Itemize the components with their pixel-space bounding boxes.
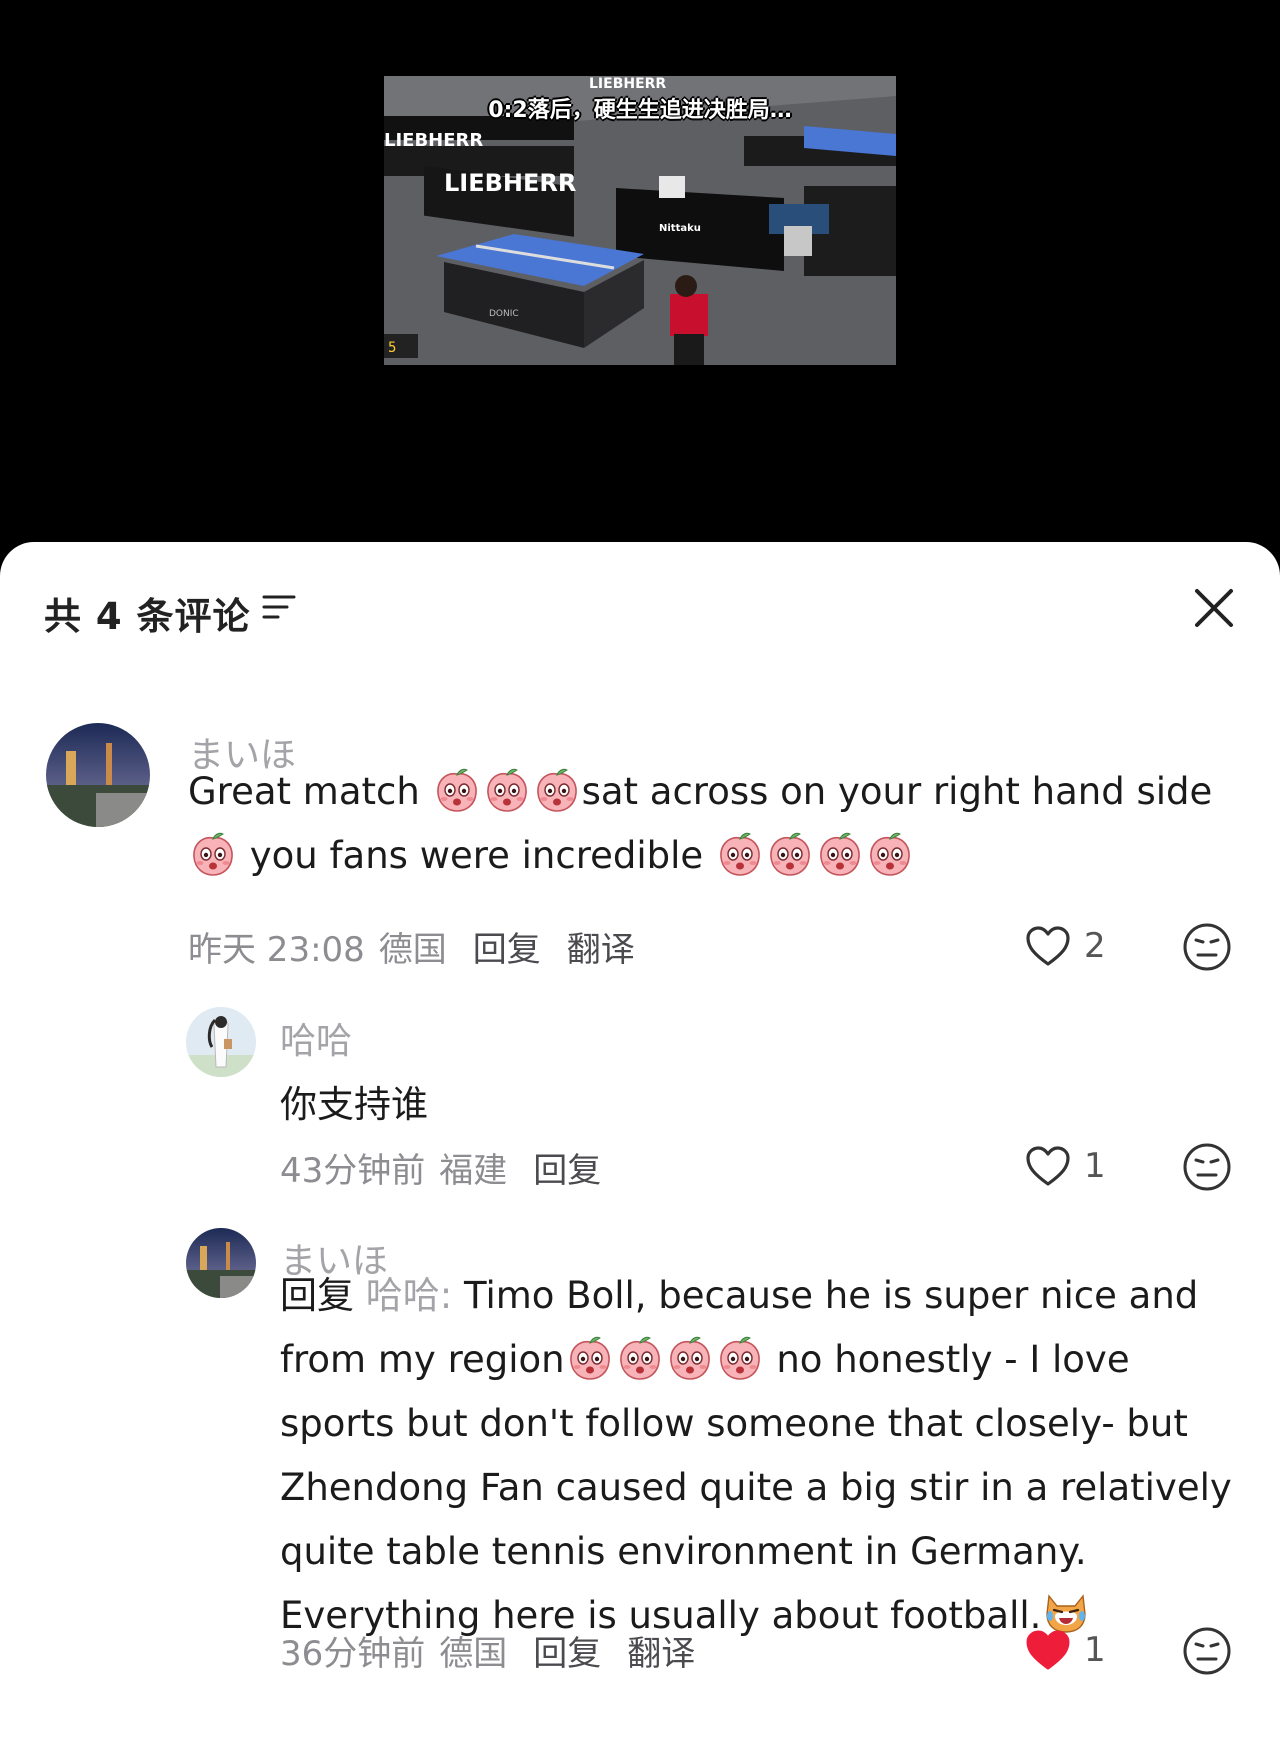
peach-emoji-icon: [666, 1334, 714, 1382]
video-caption: 0:2落后，硬生生追进决胜局…: [488, 98, 792, 123]
reply-time: 43分钟前: [280, 1151, 426, 1191]
comment-location: 德国: [378, 930, 447, 970]
reply-button[interactable]: 回复: [473, 930, 541, 970]
like-button[interactable]: 1: [1024, 1144, 1106, 1188]
like-count: 1: [1084, 1146, 1106, 1186]
like-count: 2: [1084, 926, 1106, 966]
peach-emoji-icon: [566, 1334, 614, 1382]
peach-emoji-icon: [716, 1334, 764, 1382]
reply-location: 德国: [439, 1634, 508, 1674]
heart-outline-icon: [1024, 1144, 1072, 1188]
comment-time: 昨天 23:08: [188, 930, 365, 970]
reply-button[interactable]: 回复: [533, 1634, 601, 1674]
heart-filled-icon: [1024, 1628, 1072, 1672]
peach-emoji-icon: [716, 830, 764, 878]
peach-emoji-icon: [533, 766, 581, 814]
avatar[interactable]: [186, 1007, 256, 1077]
peach-emoji-icon: [616, 1334, 664, 1382]
meh-face-icon[interactable]: [1182, 1142, 1232, 1192]
comment-sheet: 共 4 条评论 まいほ Great match sat across on yo…: [0, 542, 1280, 1755]
banner-text: LIEBHERR: [444, 169, 576, 197]
reply-username[interactable]: 哈哈: [280, 1012, 352, 1064]
reply-item: まいほ 回复 哈哈: Timo Boll, because he is supe…: [0, 542, 1280, 543]
translate-button[interactable]: 翻译: [627, 1634, 695, 1674]
peach-emoji-icon: [189, 830, 237, 878]
comment-sheet-header: 共 4 条评论: [0, 542, 1280, 672]
sponsor-text: DONIC: [489, 309, 519, 319]
reply-prefix: 回复: [280, 1274, 366, 1317]
sponsor-text: Nittaku: [659, 223, 701, 234]
like-count: 1: [1084, 1630, 1106, 1670]
comment-meta: 昨天 23:08 德国 回复 翻译: [188, 922, 635, 971]
banner-text: LIEBHERR: [384, 130, 483, 151]
comment-count: 共 4 条评论: [44, 595, 251, 638]
banner-text: LIEBHERR: [589, 76, 666, 92]
reply-meta: 43分钟前 福建 回复: [280, 1143, 601, 1192]
meh-face-icon[interactable]: [1182, 922, 1232, 972]
video-thumbnail[interactable]: LIEBHERR LIEBHERR LIEBHERR Nittaku DONIC: [384, 76, 896, 365]
video-player[interactable]: LIEBHERR LIEBHERR LIEBHERR Nittaku DONIC: [0, 0, 1280, 545]
reply-time: 36分钟前: [280, 1634, 426, 1674]
close-x-icon[interactable]: [1192, 586, 1236, 630]
translate-button[interactable]: 翻译: [567, 930, 635, 970]
like-button[interactable]: 1: [1024, 1628, 1106, 1672]
reply-meta: 36分钟前 德国 回复 翻译: [280, 1626, 695, 1675]
reply-location: 福建: [439, 1151, 508, 1191]
peach-emoji-icon: [483, 766, 531, 814]
heart-outline-icon: [1024, 924, 1072, 968]
peach-emoji-icon: [766, 830, 814, 878]
peach-emoji-icon: [866, 830, 914, 878]
peach-emoji-icon: [816, 830, 864, 878]
avatar[interactable]: [186, 1228, 256, 1298]
reply-text: 你支持谁: [280, 1083, 428, 1126]
mention-link[interactable]: 哈哈:: [366, 1274, 452, 1317]
avatar[interactable]: [46, 723, 150, 827]
reply-text: 回复 哈哈: Timo Boll, because he is super ni…: [280, 1274, 1232, 1637]
like-button[interactable]: 2: [1024, 924, 1106, 968]
scoreboard-text: 5: [388, 340, 396, 356]
reply-button[interactable]: 回复: [533, 1151, 601, 1191]
comment-text: Great match sat across on your right han…: [188, 760, 1238, 888]
meh-face-icon[interactable]: [1182, 1626, 1232, 1676]
peach-emoji-icon: [433, 766, 481, 814]
filter-lines-icon[interactable]: [262, 592, 296, 622]
